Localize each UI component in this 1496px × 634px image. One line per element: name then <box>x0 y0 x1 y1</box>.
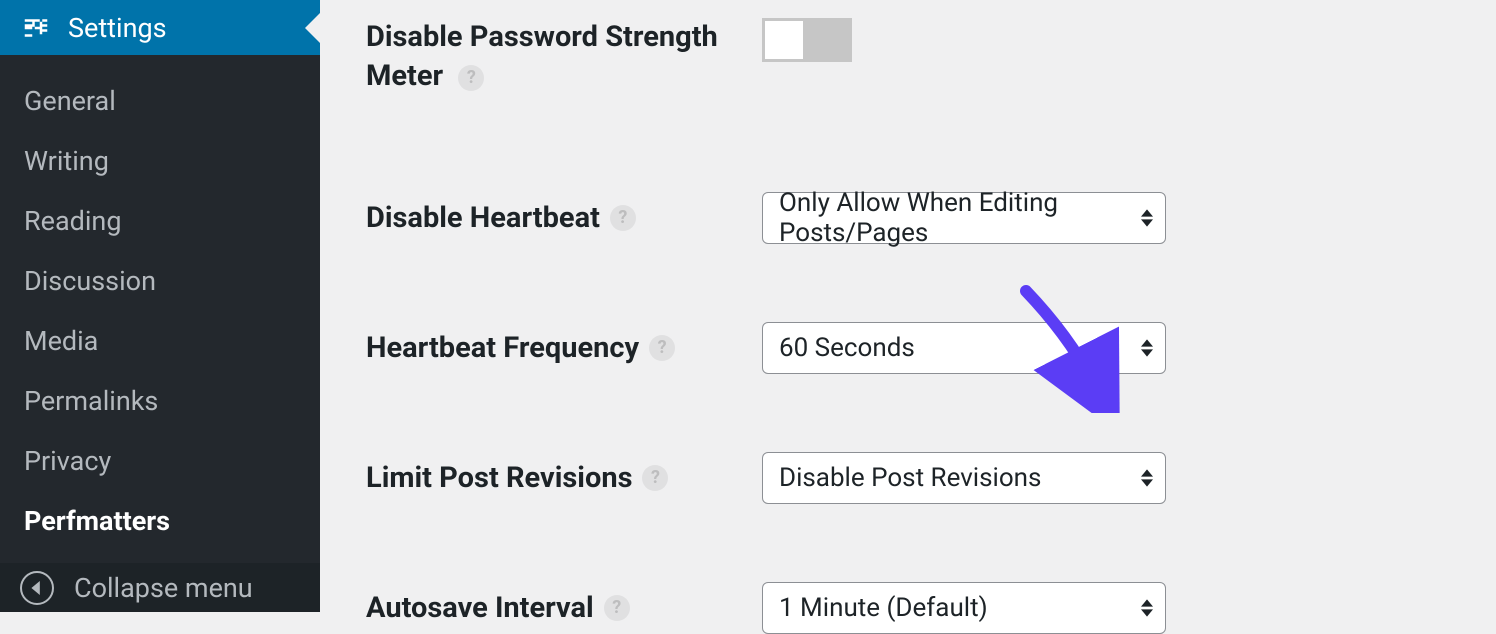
menu-item-settings[interactable]: Settings <box>0 0 320 55</box>
toggle-knob <box>765 21 803 59</box>
select-value: 60 Seconds <box>779 333 915 363</box>
label-text: Autosave Interval <box>366 589 594 628</box>
admin-sidebar: Settings General Writing Reading Discuss… <box>0 0 320 612</box>
help-icon[interactable]: ? <box>604 595 630 621</box>
sliders-icon <box>18 13 54 43</box>
help-icon[interactable]: ? <box>642 465 668 491</box>
settings-form: Disable Password Strength Meter ? Disabl… <box>320 0 1496 612</box>
field-label: Disable Heartbeat ? <box>366 199 762 238</box>
help-icon[interactable]: ? <box>610 205 636 231</box>
row-disable-heartbeat: Disable Heartbeat ? Only Allow When Edit… <box>366 192 1450 244</box>
label-line1: Disable Password Strength <box>366 20 718 54</box>
row-heartbeat-frequency: Heartbeat Frequency ? 60 Seconds <box>366 322 1450 374</box>
submenu-item-permalinks[interactable]: Permalinks <box>0 371 320 431</box>
select-autosave-interval[interactable]: 1 Minute (Default) <box>762 582 1166 634</box>
toggle-disable-password-strength[interactable] <box>762 18 852 62</box>
help-icon[interactable]: ? <box>649 335 675 361</box>
label-text: Limit Post Revisions <box>366 459 632 498</box>
row-autosave-interval: Autosave Interval ? 1 Minute (Default) <box>366 582 1450 634</box>
select-heartbeat-frequency[interactable]: 60 Seconds <box>762 322 1166 374</box>
submenu-item-perfmatters[interactable]: Perfmatters <box>0 491 320 551</box>
updown-icon <box>1141 339 1153 357</box>
submenu-item-privacy[interactable]: Privacy <box>0 431 320 491</box>
select-disable-heartbeat[interactable]: Only Allow When Editing Posts/Pages <box>762 192 1166 244</box>
submenu-item-media[interactable]: Media <box>0 311 320 371</box>
submenu-item-writing[interactable]: Writing <box>0 131 320 191</box>
menu-item-label: Settings <box>68 12 167 44</box>
select-value: 1 Minute (Default) <box>779 593 988 623</box>
field-label: Heartbeat Frequency ? <box>366 329 762 368</box>
select-limit-post-revisions[interactable]: Disable Post Revisions <box>762 452 1166 504</box>
field-label: Disable Password Strength Meter ? <box>366 18 762 96</box>
help-icon[interactable]: ? <box>458 65 484 91</box>
collapse-menu[interactable]: Collapse menu <box>0 563 320 612</box>
collapse-icon <box>20 571 54 605</box>
updown-icon <box>1141 209 1153 227</box>
field-label: Limit Post Revisions ? <box>366 459 762 498</box>
row-limit-post-revisions: Limit Post Revisions ? Disable Post Revi… <box>366 452 1450 504</box>
label-line2: Meter <box>366 59 443 93</box>
label-text: Heartbeat Frequency <box>366 329 639 368</box>
submenu-item-general[interactable]: General <box>0 71 320 131</box>
submenu-item-reading[interactable]: Reading <box>0 191 320 251</box>
select-value: Only Allow When Editing Posts/Pages <box>779 188 1125 248</box>
row-disable-password-strength: Disable Password Strength Meter ? <box>366 18 1450 96</box>
submenu-item-discussion[interactable]: Discussion <box>0 251 320 311</box>
select-value: Disable Post Revisions <box>779 463 1041 493</box>
label-text: Disable Heartbeat <box>366 199 600 238</box>
updown-icon <box>1141 469 1153 487</box>
field-label: Autosave Interval ? <box>366 589 762 628</box>
settings-submenu: General Writing Reading Discussion Media… <box>0 55 320 563</box>
updown-icon <box>1141 599 1153 617</box>
collapse-label: Collapse menu <box>74 572 253 604</box>
